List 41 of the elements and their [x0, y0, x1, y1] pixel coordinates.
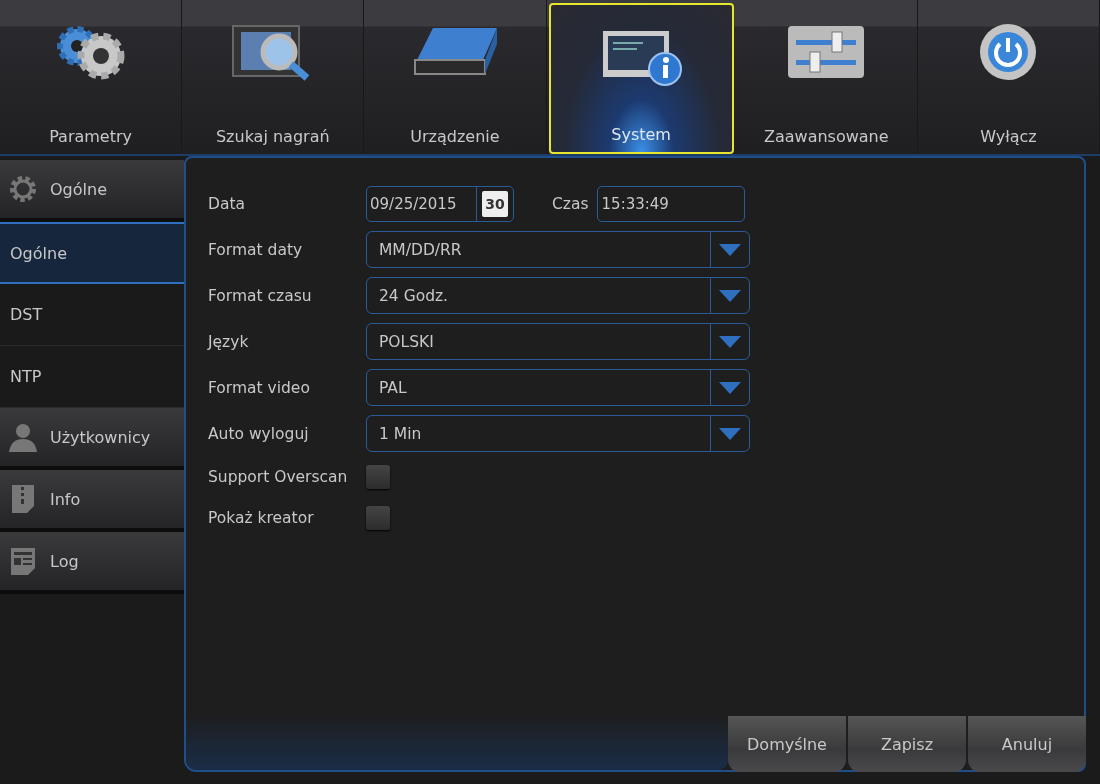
dropdown[interactable]: PAL — [366, 369, 750, 406]
field-label: Pokaż kreator — [208, 509, 315, 527]
dropdown[interactable]: MM/DD/RR — [366, 231, 750, 268]
sidebar-item[interactable]: Ogólne — [0, 160, 184, 222]
field-label: Format daty — [208, 240, 304, 259]
calendar-icon[interactable]: 30 — [482, 190, 508, 217]
menu-tab[interactable]: Szukaj nagrań — [182, 0, 365, 154]
menu-tab[interactable]: Zaawansowane — [735, 0, 918, 154]
field-label: Support Overscan — [208, 468, 349, 486]
checkbox[interactable] — [366, 506, 390, 530]
menu-tab[interactable]: System — [548, 3, 734, 154]
menu-tab[interactable]: Wyłącz — [917, 0, 1100, 154]
caret-icon — [719, 427, 741, 440]
field-label: Format video — [208, 378, 311, 397]
checkbox[interactable] — [366, 465, 390, 489]
sidebar-item[interactable]: Info — [0, 470, 184, 532]
field-label: Język — [208, 332, 250, 351]
document-icon — [8, 546, 38, 576]
time-field[interactable]: 15:33:49 — [596, 185, 745, 222]
menu-tab[interactable]: Parametry — [0, 0, 183, 154]
date-field[interactable]: 09/25/2015 30 — [366, 185, 514, 222]
footer-button[interactable]: Zapisz — [848, 716, 966, 772]
sidebar-item[interactable]: Użytkownicy — [0, 408, 184, 470]
user-icon — [8, 422, 38, 452]
field-label: Data — [208, 194, 246, 213]
footer-button[interactable]: Domyślne — [728, 716, 846, 772]
dropdown[interactable]: 1 Min — [366, 415, 750, 452]
dropdown[interactable]: 24 Godz. — [366, 277, 750, 314]
menu-tab[interactable]: Urządzenie — [364, 0, 547, 154]
field-label: Auto wyloguj — [208, 424, 310, 443]
field-label: Format czasu — [208, 286, 313, 305]
gear-icon — [8, 174, 38, 204]
caret-icon — [719, 289, 741, 302]
field-label: Czas — [552, 194, 589, 213]
sidebar-item[interactable]: Log — [0, 532, 184, 594]
caret-icon — [719, 243, 741, 256]
caret-icon — [719, 381, 741, 394]
dropdown[interactable]: POLSKI — [366, 323, 750, 360]
sidebar-item[interactable]: Ogólne — [0, 222, 184, 284]
caret-icon — [719, 335, 741, 348]
footer-button[interactable]: Anuluj — [968, 716, 1086, 772]
